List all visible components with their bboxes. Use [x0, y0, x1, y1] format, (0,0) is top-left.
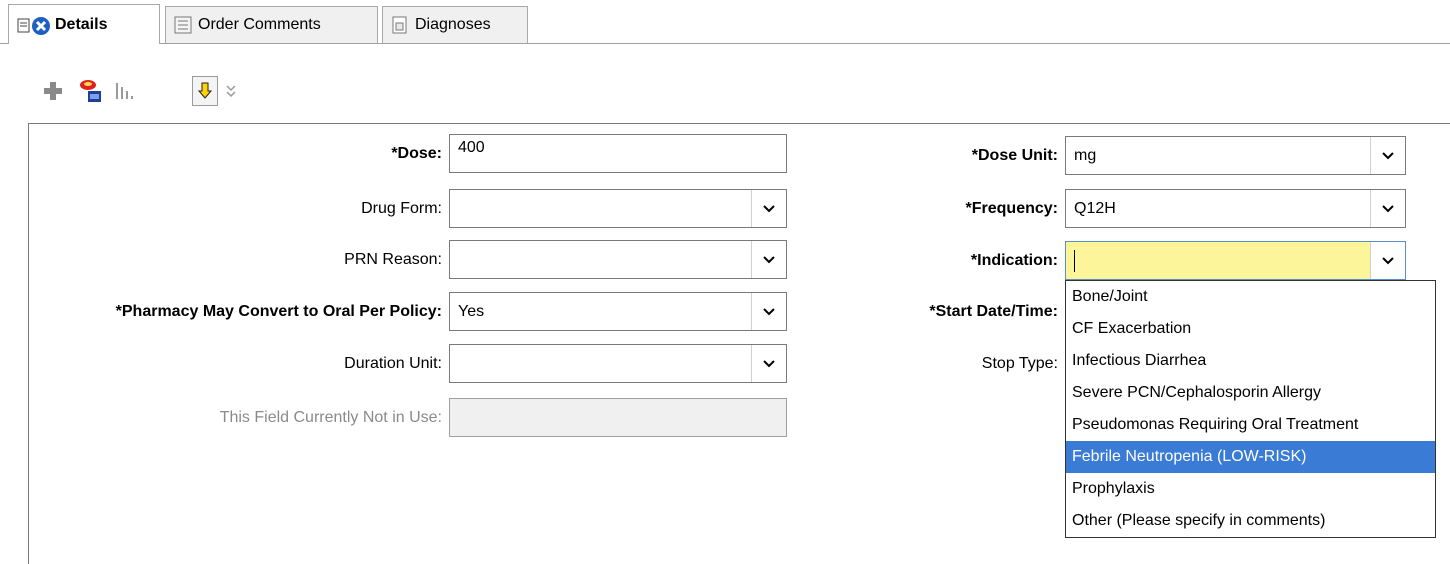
frequency-value: Q12H [1074, 200, 1116, 217]
chevron-down-icon[interactable] [751, 345, 786, 382]
tab-details[interactable]: Details [8, 4, 160, 44]
tab-label: Details [55, 15, 108, 33]
tab-order-comments[interactable]: Order Comments [165, 6, 378, 43]
tab-diagnoses[interactable]: Diagnoses [382, 6, 528, 43]
dose-label: *Dose: [391, 145, 442, 162]
indication-select[interactable] [1065, 241, 1406, 280]
chevron-down-icon[interactable] [751, 241, 786, 278]
comments-icon [174, 16, 192, 34]
dose-unit-value: mg [1074, 147, 1097, 164]
down-arrow-icon[interactable] [192, 76, 218, 106]
medication-icon[interactable] [78, 76, 104, 106]
chevron-down-icon[interactable] [751, 293, 786, 330]
tab-label: Order Comments [198, 16, 321, 33]
indication-dropdown-list: Bone/Joint CF Exacerbation Infectious Diar… [1065, 280, 1436, 538]
not-in-use-field [449, 398, 787, 437]
tab-strip: Details Order Comments Diagnoses [0, 0, 1450, 44]
pharmacy-convert-label: *Pharmacy May Convert to Oral Per Policy… [115, 303, 442, 320]
start-date-label: *Start Date/Time: [929, 303, 1058, 320]
frequency-label: *Frequency: [965, 200, 1058, 217]
dropdown-option[interactable]: Prophylaxis [1066, 473, 1435, 505]
chevron-down-icon[interactable] [751, 190, 786, 227]
expand-all-icon[interactable] [220, 76, 242, 106]
dose-unit-label: *Dose Unit: [971, 147, 1058, 164]
frequency-select[interactable]: Q12H [1065, 189, 1406, 228]
dropdown-option[interactable]: Infectious Diarrhea [1066, 345, 1435, 377]
not-in-use-label: This Field Currently Not in Use: [219, 409, 442, 426]
pharmacy-convert-value: Yes [458, 303, 485, 320]
chart-icon[interactable] [114, 76, 140, 106]
dropdown-option[interactable]: Pseudomonas Requiring Oral Treatment [1066, 409, 1435, 441]
drug-form-select[interactable] [449, 189, 787, 228]
dropdown-option[interactable]: Febrile Neutropenia (LOW-RISK) [1066, 441, 1435, 473]
dose-unit-select[interactable]: mg [1065, 136, 1406, 175]
pharmacy-convert-select[interactable]: Yes [449, 292, 787, 331]
tab-label: Diagnoses [415, 16, 491, 33]
dropdown-option[interactable]: Severe PCN/Cephalosporin Allergy [1066, 377, 1435, 409]
chevron-down-icon[interactable] [1370, 190, 1405, 227]
duration-unit-label: Duration Unit: [344, 355, 442, 372]
dose-value: 400 [458, 139, 485, 156]
dropdown-option[interactable]: Bone/Joint [1066, 281, 1435, 313]
dropdown-option[interactable]: Other (Please specify in comments) [1066, 505, 1435, 537]
duration-unit-select[interactable] [449, 344, 787, 383]
add-icon[interactable] [40, 76, 66, 106]
prn-reason-select[interactable] [449, 240, 787, 279]
diagnoses-icon [391, 16, 409, 34]
chevron-down-icon[interactable] [1370, 137, 1405, 174]
chevron-down-icon[interactable] [1370, 242, 1405, 279]
close-tab-icon[interactable] [31, 16, 50, 35]
prn-reason-label: PRN Reason: [344, 251, 442, 268]
tab-divider [0, 43, 1450, 44]
stop-type-label: Stop Type: [981, 355, 1058, 372]
text-cursor [1074, 250, 1075, 272]
dose-input[interactable]: 400 [449, 134, 787, 173]
drug-form-label: Drug Form: [361, 200, 442, 217]
indication-label: *Indication: [970, 252, 1058, 269]
dropdown-option[interactable]: CF Exacerbation [1066, 313, 1435, 345]
